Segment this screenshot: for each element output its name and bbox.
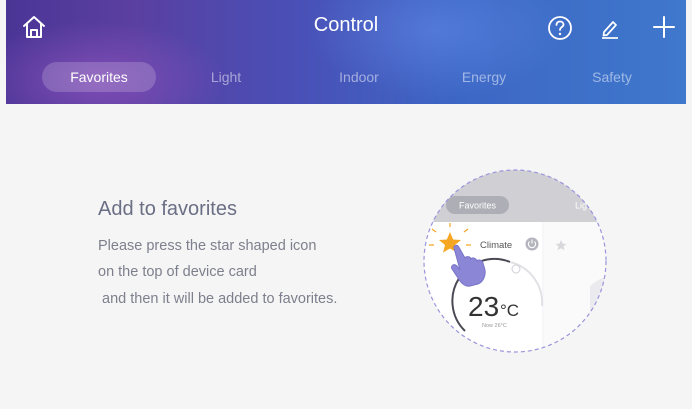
mini-temperature: 23 [468, 291, 499, 322]
hint-line-1: Please press the star shaped icon [98, 238, 317, 254]
tab-safety[interactable]: Safety [572, 62, 652, 92]
tab-favorites[interactable]: Favorites [42, 62, 156, 92]
hint-title: Add to favorites [98, 198, 237, 220]
tab-light[interactable]: Light [186, 62, 266, 92]
tab-energy[interactable]: Energy [444, 62, 524, 92]
mini-tab-favorites: Favorites [446, 196, 509, 214]
mini-tab-light-label: Lig [575, 201, 587, 211]
power-icon [525, 237, 539, 251]
hint-line-2: on the top of device card [98, 264, 257, 280]
hint-line-3: and then it will be added to favorites. [98, 291, 338, 307]
mini-tab-favorites-label: Favorites [459, 201, 497, 211]
favorites-illustration: Favorites Lig Climate 23 °C Now 26°C [423, 169, 607, 353]
page-title: Control [313, 14, 379, 36]
mini-temperature-unit: °C [500, 301, 519, 320]
tab-indoor[interactable]: Indoor [319, 62, 399, 92]
mini-device-name: Climate [480, 240, 512, 251]
top-header: Control Favorites Light Indoor Energy Sa… [6, 0, 686, 104]
pencil-icon[interactable] [598, 16, 622, 40]
plus-icon[interactable] [651, 14, 677, 40]
category-tabs: Favorites Light Indoor Energy Safety [6, 62, 686, 94]
help-icon[interactable] [547, 15, 573, 41]
mini-subtext: Now 26°C [482, 323, 507, 329]
